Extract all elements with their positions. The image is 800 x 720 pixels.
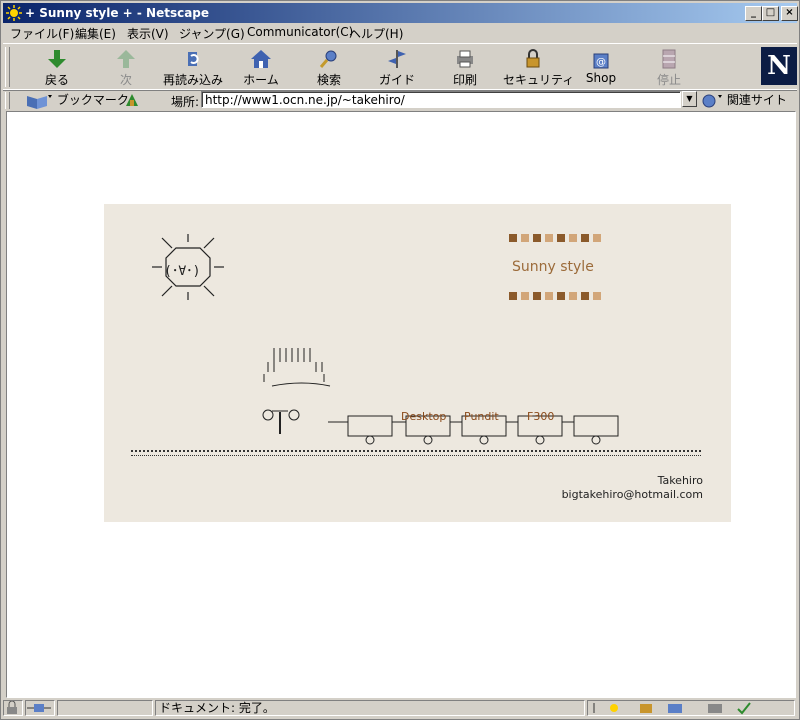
security-status[interactable] <box>3 700 23 716</box>
home-icon <box>251 50 271 68</box>
guide-icon <box>388 50 406 68</box>
shop-bag-icon: @ <box>593 53 609 69</box>
train-drawing <box>262 348 619 445</box>
svg-text:@: @ <box>596 57 606 68</box>
navigation-toolbar: 戻る 次 再読み込み ホーム 検索 ガイド 印刷 セキュリティ @ Shop 停… <box>3 43 797 91</box>
home-button[interactable]: ホーム <box>231 46 291 88</box>
connection-status[interactable] <box>25 700 55 716</box>
print-button[interactable]: 印刷 <box>435 46 495 88</box>
connection-plug-icon <box>27 704 51 712</box>
chevron-down-icon: ▼ <box>686 94 693 103</box>
signature-block: Takehiro bigtakehiro@hotmail.com <box>562 474 703 502</box>
back-button[interactable]: 戻る <box>27 46 87 88</box>
location-grip[interactable] <box>5 92 10 109</box>
menu-view[interactable]: 表示(V) <box>127 25 169 42</box>
minimize-button[interactable]: _ <box>745 6 762 21</box>
train-ascii-art <box>132 344 712 464</box>
netscape-logo[interactable]: N <box>761 47 797 85</box>
related-sites-button[interactable]: 関連サイト <box>701 91 787 109</box>
menu-help[interactable]: ヘルプ(H) <box>349 25 403 42</box>
url-input[interactable]: http://www1.ocn.ne.jp/~takehiro/ <box>201 91 681 108</box>
menu-communicator[interactable]: Communicator(C) <box>247 25 353 39</box>
maximize-button[interactable]: □ <box>762 6 779 21</box>
menu-bar: ファイル(F) 編集(E) 表示(V) ジャンプ(G) Communicator… <box>3 23 797 42</box>
guide-button[interactable]: ガイド <box>367 46 427 88</box>
rail-track <box>131 450 701 456</box>
location-label: 場所: <box>171 95 200 109</box>
bookmarks-icon <box>27 94 52 109</box>
author-email[interactable]: bigtakehiro@hotmail.com <box>562 488 703 502</box>
padlock-status-icon <box>7 700 17 714</box>
location-drag-icon[interactable] <box>123 92 141 108</box>
top-square-bar <box>509 234 605 242</box>
forward-arrow-icon <box>117 50 135 68</box>
forward-button[interactable]: 次 <box>96 46 156 88</box>
lock-icon <box>526 49 540 68</box>
link-f300[interactable]: F300 <box>527 410 554 423</box>
site-banner-panel: (･∀･) Sunny style Desktop Pundit F300 Ta… <box>104 204 731 522</box>
menu-file[interactable]: ファイル(F) <box>10 25 74 42</box>
browser-window: + Sunny style + - Netscape _ □ × ファイル(F)… <box>0 0 800 720</box>
progress-bar <box>57 700 153 716</box>
stop-button[interactable]: 停止 <box>639 46 699 88</box>
printer-icon <box>457 50 473 68</box>
page-viewport[interactable]: (･∀･) Sunny style Desktop Pundit F300 Ta… <box>6 111 796 698</box>
toolbar-grip[interactable] <box>5 47 10 87</box>
location-bar: ブックマーク 場所: http://www1.ocn.ne.jp/~takehi… <box>3 89 797 112</box>
link-desktop[interactable]: Desktop <box>401 410 446 423</box>
component-icons[interactable] <box>588 701 788 715</box>
security-button[interactable]: セキュリティ <box>503 46 574 88</box>
menu-go[interactable]: ジャンプ(G) <box>179 25 245 42</box>
bookmarks-label: ブックマーク <box>56 93 129 107</box>
status-bar: ドキュメント: 完了。 <box>3 700 797 718</box>
reload-icon <box>188 52 199 66</box>
shop-button[interactable]: @ Shop <box>571 46 631 88</box>
bottom-square-bar <box>509 292 605 300</box>
author-name: Takehiro <box>657 474 703 487</box>
netscape-app-icon <box>6 5 22 21</box>
site-title: Sunny style <box>512 259 594 275</box>
related-sites-label: 関連サイト <box>726 93 787 107</box>
bookmarks-button[interactable]: ブックマーク <box>25 91 129 109</box>
window-title: + Sunny style + - Netscape <box>25 6 210 20</box>
title-bar[interactable]: + Sunny style + - Netscape _ □ × <box>3 3 798 23</box>
component-bar <box>587 700 795 716</box>
sun-face-text: (･∀･) <box>164 264 201 279</box>
search-icon <box>319 50 337 68</box>
related-sites-icon <box>702 94 722 107</box>
search-button[interactable]: 検索 <box>299 46 359 88</box>
reload-button[interactable]: 再読み込み <box>163 46 223 88</box>
link-pundit[interactable]: Pundit <box>464 410 499 423</box>
stop-icon <box>662 49 676 69</box>
url-dropdown-button[interactable]: ▼ <box>682 91 697 107</box>
back-arrow-icon <box>48 50 66 68</box>
status-text: ドキュメント: 完了。 <box>155 700 585 716</box>
close-button[interactable]: × <box>781 6 798 21</box>
menu-edit[interactable]: 編集(E) <box>75 25 116 42</box>
